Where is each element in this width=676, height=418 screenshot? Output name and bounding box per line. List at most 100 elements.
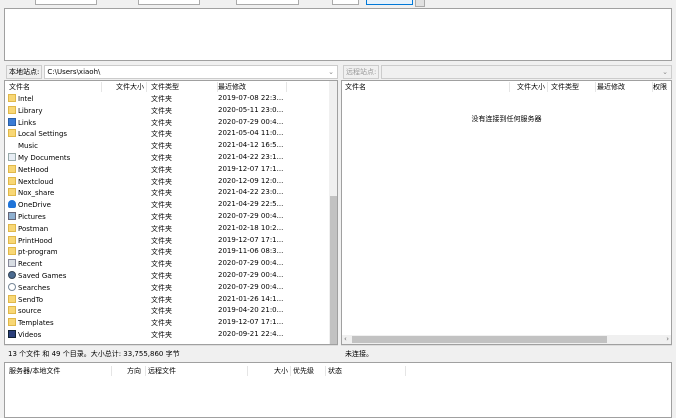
file-type: 文件夹 [151, 283, 172, 292]
table-row[interactable]: NetHood 文件夹 2019-12-07 17:1... [5, 164, 329, 176]
table-row[interactable]: SendTo 文件夹 2021-01-26 14:1... [5, 294, 329, 306]
file-modified: 2021-01-26 14:1... [218, 294, 284, 303]
table-row[interactable]: Local Settings 文件夹 2021-05-04 11:0... [5, 128, 329, 140]
col-filesize[interactable]: 文件大小 [510, 82, 548, 92]
file-type: 文件夹 [151, 106, 172, 115]
file-name: Videos [8, 330, 41, 339]
file-modified: 2020-12-09 12:0... [218, 176, 284, 185]
file-modified: 2020-07-29 00:4... [218, 212, 284, 220]
file-modified: 2019-07-08 22:3... [218, 94, 284, 102]
file-name: Music [8, 141, 38, 150]
quickconnect-dropdown-button[interactable] [415, 0, 425, 7]
file-name: Recent [8, 259, 42, 268]
quickconnect-button[interactable] [366, 0, 413, 5]
col-filesize[interactable]: 文件大小 [102, 82, 147, 92]
file-name: Nextcloud [8, 176, 53, 186]
port-input[interactable] [332, 0, 359, 5]
col-status[interactable]: 状态 [326, 366, 406, 376]
games-icon [8, 271, 16, 279]
remote-file-list: 文件名 文件大小 文件类型 最近修改 权限 没有连接到任何服务器 ‹ › [341, 80, 672, 345]
file-modified: 2019-12-07 17:1... [218, 235, 284, 244]
table-row[interactable]: pt-program 文件夹 2019-11-06 08:3... [5, 246, 329, 258]
col-modified[interactable]: 最近修改 [597, 82, 653, 92]
table-row[interactable]: Intel 文件夹 2019-07-08 22:3... [5, 93, 329, 105]
table-row[interactable]: Music 文件夹 2021-04-12 16:5... [5, 140, 329, 152]
col-filetype[interactable]: 文件类型 [551, 82, 596, 92]
col-filename[interactable]: 文件名 [345, 82, 510, 92]
table-row[interactable]: Saved Games 文件夹 2020-07-29 00:4... [5, 270, 329, 282]
local-path-input[interactable]: C:\Users\xiaoh\ ⌄ [44, 65, 338, 79]
local-scrollbar-thumb[interactable] [330, 196, 337, 344]
col-size[interactable]: 大小 [248, 366, 291, 376]
file-name: pt-program [8, 247, 58, 256]
file-modified: 2019-04-20 21:0... [218, 306, 284, 315]
file-modified: 2020-05-11 23:0... [218, 105, 284, 114]
file-type: 文件夹 [151, 295, 172, 304]
host-input[interactable] [35, 0, 97, 5]
file-modified: 2021-04-29 22:5... [218, 200, 284, 209]
folder-icon [8, 306, 16, 315]
col-filetype[interactable]: 文件类型 [151, 82, 218, 92]
local-scrollbar[interactable] [329, 81, 337, 344]
folder-icon [8, 94, 16, 102]
local-site-label: 本地站点: [6, 65, 43, 79]
chevron-down-icon: ⌄ [662, 68, 668, 76]
table-row[interactable]: Searches 文件夹 2020-07-29 00:4... [5, 282, 329, 294]
password-input[interactable] [236, 0, 299, 5]
file-type: 文件夹 [151, 236, 172, 245]
file-name: PrintHood [8, 235, 52, 245]
file-name: Nox_share [8, 188, 54, 197]
remote-hscrollbar[interactable]: ‹ › [342, 335, 671, 344]
col-direction[interactable]: 方向 [112, 366, 146, 376]
file-type: 文件夹 [151, 177, 172, 186]
file-name: Searches [8, 282, 50, 292]
col-remote-file[interactable]: 远程文件 [146, 366, 248, 376]
table-row[interactable]: My Documents 文件夹 2021-04-22 23:1... [5, 152, 329, 164]
folder-icon [8, 105, 16, 114]
file-name: Saved Games [8, 271, 66, 280]
chevron-down-icon[interactable]: ⌄ [328, 68, 334, 76]
transfer-queue: 服务器/本地文件 方向 远程文件 大小 优先级 状态 [4, 362, 672, 418]
table-row[interactable]: Links 文件夹 2020-07-29 00:4... [5, 117, 329, 129]
table-row[interactable]: Postman 文件夹 2021-02-18 10:2... [5, 223, 329, 235]
table-row[interactable]: Templates 文件夹 2019-12-07 17:1... [5, 317, 329, 329]
folder-icon [8, 294, 16, 303]
file-name: Pictures [8, 212, 46, 221]
table-row[interactable]: Videos 文件夹 2020-09-21 22:4... [5, 329, 329, 341]
table-row[interactable]: source 文件夹 2019-04-20 21:0... [5, 305, 329, 317]
username-input[interactable] [138, 0, 200, 5]
table-row[interactable]: Nox_share 文件夹 2021-04-22 23:0... [5, 187, 329, 199]
folder-icon [8, 129, 16, 138]
col-priority[interactable]: 优先级 [291, 366, 326, 376]
recent-icon [8, 259, 16, 268]
col-permissions[interactable]: 权限 [653, 82, 671, 92]
remote-site-label: 远程站点: [343, 65, 380, 79]
log-scrollbar[interactable] [662, 9, 671, 60]
queue-header: 服务器/本地文件 方向 远程文件 大小 优先级 状态 [5, 365, 406, 376]
col-server-local-file[interactable]: 服务器/本地文件 [9, 366, 112, 376]
table-row[interactable]: OneDrive 文件夹 2021-04-29 22:5... [5, 199, 329, 211]
chevron-right-icon[interactable]: › [666, 335, 669, 343]
file-modified: 2020-07-29 00:4... [218, 259, 284, 268]
table-row[interactable]: Recent 文件夹 2020-07-29 00:4... [5, 258, 329, 270]
folder-icon [8, 318, 16, 327]
file-modified: 2020-07-29 00:4... [218, 117, 284, 126]
col-modified[interactable]: 最近修改 [218, 82, 287, 92]
music-icon [8, 141, 16, 149]
file-name: Postman [8, 223, 48, 233]
table-row[interactable]: PrintHood 文件夹 2019-12-07 17:1... [5, 235, 329, 247]
folder-icon [8, 247, 16, 256]
file-type: 文件夹 [151, 154, 172, 162]
file-modified: 2020-07-29 00:4... [218, 282, 284, 291]
remote-status: 未连接。 [341, 345, 672, 360]
table-row[interactable]: Pictures 文件夹 2020-07-29 00:4... [5, 211, 329, 223]
file-type: 文件夹 [151, 142, 172, 151]
local-list-header: 文件名 文件大小 文件类型 最近修改 [5, 81, 329, 92]
col-filename[interactable]: 文件名 [9, 82, 102, 92]
remote-hscrollbar-thumb[interactable] [352, 336, 607, 343]
table-row[interactable]: Library 文件夹 2020-05-11 23:0... [5, 105, 329, 117]
table-row[interactable]: Nextcloud 文件夹 2020-12-09 12:0... [5, 176, 329, 188]
chevron-left-icon[interactable]: ‹ [344, 335, 347, 343]
remote-site-bar: 远程站点: ⌄ [341, 64, 672, 80]
file-name: My Documents [8, 153, 70, 162]
